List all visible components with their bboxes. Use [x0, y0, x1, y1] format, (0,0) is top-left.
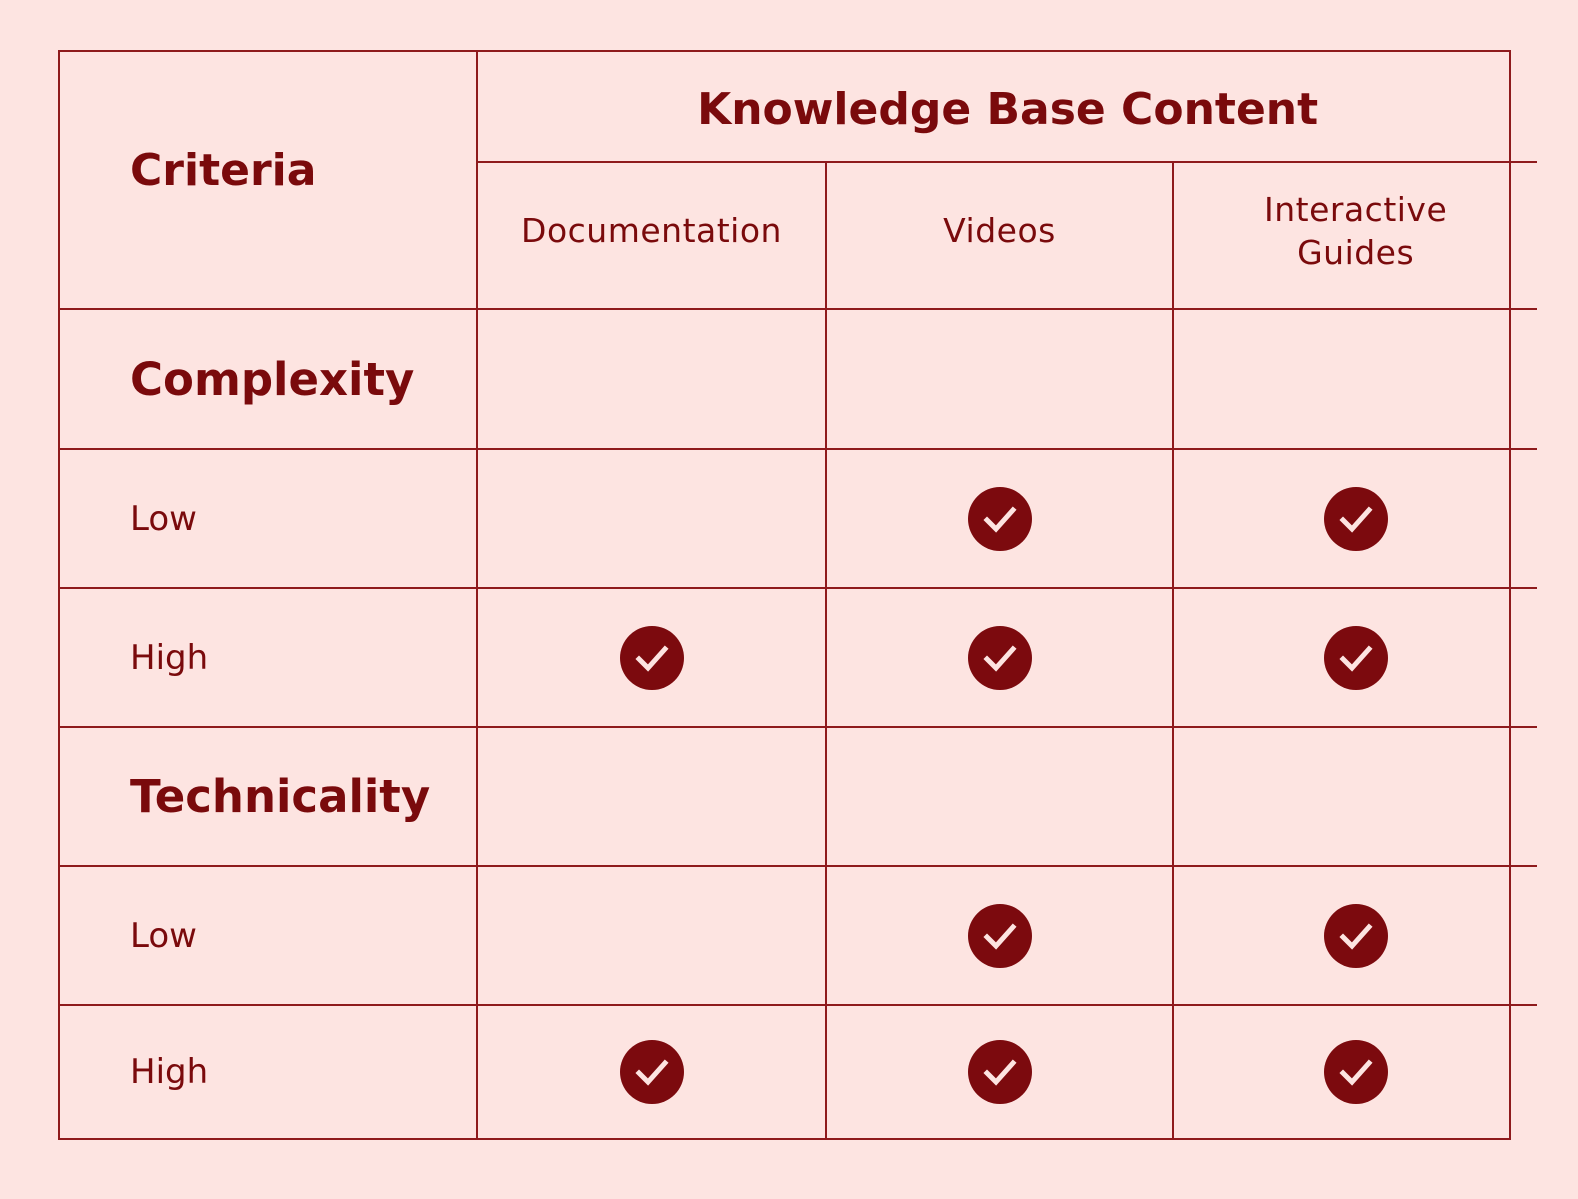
check-circle-icon [619, 1040, 684, 1104]
row-group-label: Technicality [60, 728, 478, 867]
check-circle-icon [1323, 1040, 1388, 1104]
table-cell [1174, 867, 1538, 1006]
check-circle-icon [967, 1040, 1032, 1104]
table-cell [827, 310, 1174, 450]
table-cell [1174, 1006, 1537, 1138]
table-cell [478, 728, 827, 867]
table-cell [1174, 450, 1538, 589]
knowledge-base-content-header: Knowledge Base Content [478, 52, 1538, 163]
table-cell [827, 1006, 1174, 1138]
table-cell [1174, 589, 1538, 728]
check-circle-icon [1323, 486, 1388, 551]
column-header-interactive-guides: Interactive Guides [1174, 163, 1538, 310]
row-label: High [60, 589, 478, 728]
table-cell [827, 589, 1174, 728]
criteria-header: Criteria [60, 52, 478, 310]
table-cell [478, 450, 827, 589]
comparison-table: Criteria Knowledge Base Content Document… [58, 50, 1538, 1140]
check-circle-icon [967, 486, 1032, 551]
table-cell [1174, 310, 1538, 450]
check-circle-icon [1323, 625, 1388, 690]
row-label: Low [60, 867, 478, 1006]
table-cell [827, 867, 1174, 1006]
check-circle-icon [1323, 903, 1388, 968]
check-circle-icon [967, 625, 1032, 690]
row-label: Low [60, 450, 478, 589]
table-cell [478, 867, 827, 1006]
table-cell [827, 728, 1174, 867]
check-circle-icon [619, 625, 684, 690]
table-cell [827, 450, 1174, 589]
column-header-documentation: Documentation [478, 163, 827, 310]
table-cell [478, 1006, 827, 1138]
row-label: High [60, 1006, 478, 1138]
column-header-videos: Videos [827, 163, 1174, 310]
row-group-label: Complexity [60, 310, 478, 450]
table-cell [478, 310, 827, 450]
table-cell [478, 589, 827, 728]
check-circle-icon [967, 903, 1032, 968]
table-cell [1174, 728, 1538, 867]
